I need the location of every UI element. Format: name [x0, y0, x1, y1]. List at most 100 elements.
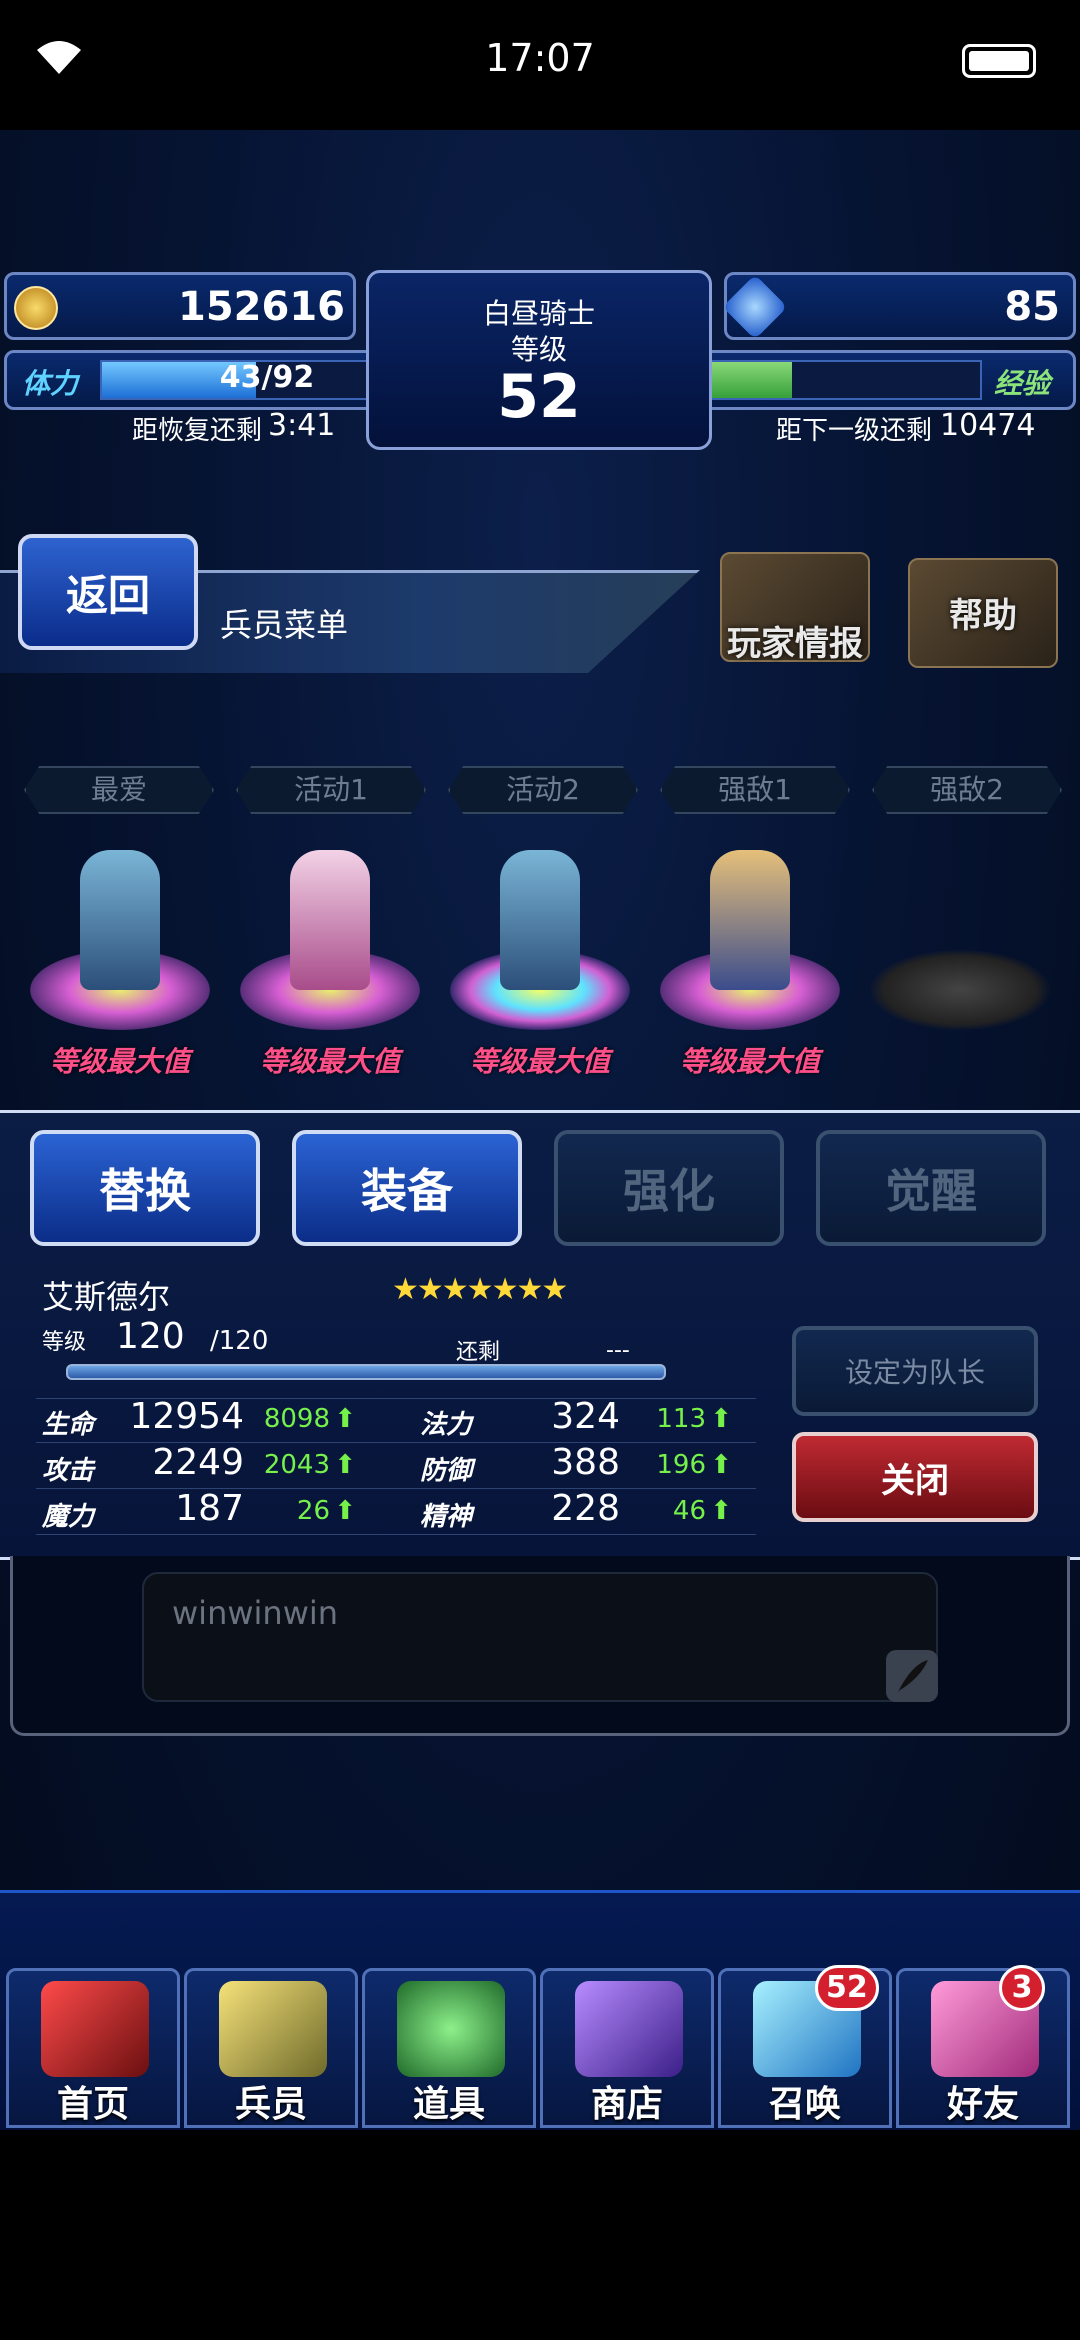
stat-mag-label: 魔力: [42, 1502, 95, 1532]
unit-sprite: [710, 850, 790, 990]
stat-hp-bonus: 8098: [263, 1404, 330, 1434]
bonus-up-arrow-icon: ⬆: [334, 1496, 356, 1526]
unit-name: 艾斯德尔: [42, 1278, 171, 1316]
nav-friends-label: 好友: [946, 2084, 1019, 2125]
recover-label: 距恢复还剩: [132, 416, 263, 446]
unit-exp-bar: [66, 1364, 666, 1380]
set-leader-button[interactable]: 设定为队长: [792, 1326, 1038, 1416]
bonus-up-arrow-icon: ⬆: [710, 1404, 732, 1434]
comment-text: winwinwin: [172, 1594, 339, 1632]
nav-summon[interactable]: 召唤 52: [718, 1965, 892, 2128]
page-title: 兵员菜单: [220, 606, 349, 644]
recover-time: 3:41: [268, 408, 336, 443]
summon-count-badge: 52: [815, 1965, 879, 2011]
nav-units[interactable]: 兵员: [184, 1968, 358, 2128]
stat-def-label: 防御: [420, 1456, 473, 1486]
coin-amount: 152616: [178, 284, 345, 330]
help-button[interactable]: 帮助: [908, 558, 1058, 678]
next-level-value: 10474: [940, 408, 1036, 443]
stat-mag-bonus: 26: [296, 1496, 330, 1526]
stat-def-value: 388: [551, 1442, 620, 1483]
nav-shop-label: 商店: [590, 2084, 663, 2125]
nav-units-label: 兵员: [234, 2084, 307, 2125]
gil-coin-icon: [14, 286, 58, 330]
status-time: 17:07: [485, 36, 595, 80]
comment-field[interactable]: [142, 1572, 938, 1702]
unit-level: 120: [116, 1316, 185, 1357]
awaken-button[interactable]: 觉醒: [816, 1130, 1046, 1246]
stat-mp-bonus: 113: [656, 1404, 706, 1434]
stat-def-bonus: 196: [656, 1450, 706, 1480]
party-tab-event1[interactable]: 活动1: [236, 766, 426, 814]
edit-comment-button[interactable]: [886, 1650, 938, 1702]
nav-home-label: 首页: [56, 2084, 129, 2125]
bonus-up-arrow-icon: ⬆: [334, 1450, 356, 1480]
bonus-up-arrow-icon: ⬆: [334, 1404, 356, 1434]
gem-amount: 85: [1004, 284, 1060, 330]
stat-atk-bonus: 2043: [263, 1450, 330, 1480]
unit-pedestal: [870, 950, 1050, 1030]
swap-button[interactable]: 替换: [30, 1130, 260, 1246]
next-level-label: 距下一级还剩: [776, 416, 933, 446]
stat-mp-label: 法力: [420, 1410, 473, 1440]
help-label: 帮助: [949, 596, 1017, 636]
exp-remain-label: 还剩: [456, 1340, 501, 1365]
back-button[interactable]: 返回: [18, 534, 198, 650]
unit-sprite: [290, 850, 370, 990]
nav-summon-label: 召唤: [768, 2084, 841, 2125]
stat-spr-value: 228: [551, 1488, 620, 1529]
unit-sprite: [80, 850, 160, 990]
exp-label: 经验: [994, 367, 1051, 400]
unit-max-level-badge: 等级最大值: [679, 1045, 820, 1078]
potion-icon: [397, 1981, 505, 2077]
screen-bottom: [0, 2130, 1080, 2340]
nav-shop[interactable]: 商店: [540, 1968, 714, 2128]
sword-icon: [41, 1981, 149, 2077]
stat-atk-label: 攻击: [42, 1456, 95, 1486]
player-title: 白昼骑士: [482, 297, 595, 330]
unit-sprite: [500, 850, 580, 990]
close-button[interactable]: 关闭: [792, 1432, 1038, 1522]
rarity-stars: ★★★★★★★: [392, 1272, 568, 1307]
stat-mag-value: 187: [175, 1488, 244, 1529]
stat-hp-label: 生命: [42, 1410, 95, 1440]
nav-home[interactable]: 首页: [6, 1968, 180, 2128]
player-info-label: 玩家情报: [727, 624, 863, 664]
equip-button[interactable]: 装备: [292, 1130, 522, 1246]
enhance-button[interactable]: 强化: [554, 1130, 784, 1246]
party-tab-favorite[interactable]: 最爱: [24, 766, 214, 814]
party-tab-event2[interactable]: 活动2: [448, 766, 638, 814]
bonus-up-arrow-icon: ⬆: [710, 1450, 732, 1480]
stat-atk-value: 2249: [152, 1442, 244, 1483]
feather-pen-icon: [898, 1660, 928, 1692]
party-unit-slot[interactable]: 等级最大值: [230, 830, 430, 1078]
stat-mp-value: 324: [551, 1396, 620, 1437]
hero-icon: [219, 1981, 327, 2077]
unit-max-level-badge: 等级最大值: [49, 1045, 190, 1078]
party-unit-slot-selected[interactable]: 等级最大值: [440, 830, 640, 1078]
party-unit-slot-empty[interactable]: [860, 830, 1060, 1050]
stamina-max: /92: [261, 360, 315, 395]
party-unit-slot[interactable]: 等级最大值: [650, 830, 850, 1078]
player-info-button[interactable]: 玩家情报: [720, 552, 870, 672]
stat-spr-bonus: 46: [672, 1496, 706, 1526]
unit-max-level-badge: 等级最大值: [259, 1045, 400, 1078]
battery-icon: [962, 44, 1036, 78]
stat-hp-value: 12954: [129, 1396, 244, 1437]
unit-level-max: /120: [210, 1326, 269, 1356]
exp-remain-value: ---: [606, 1338, 630, 1363]
friends-count-badge: 3: [999, 1965, 1045, 2011]
shop-icon: [575, 1981, 683, 2077]
party-tab-trial2[interactable]: 强敌2: [872, 766, 1062, 814]
divider: [36, 1534, 756, 1535]
party-tab-trial1[interactable]: 强敌1: [660, 766, 850, 814]
party-unit-slot[interactable]: 等级最大值: [20, 830, 220, 1078]
stamina-label: 体力: [22, 367, 79, 400]
player-level: 52: [497, 362, 581, 432]
stat-spr-label: 精神: [420, 1502, 473, 1532]
stamina-current: 43: [219, 360, 262, 395]
nav-items[interactable]: 道具: [362, 1968, 536, 2128]
nav-friends[interactable]: 好友 3: [896, 1965, 1070, 2128]
nav-items-label: 道具: [412, 2084, 485, 2125]
unit-max-level-badge: 等级最大值: [469, 1045, 610, 1078]
